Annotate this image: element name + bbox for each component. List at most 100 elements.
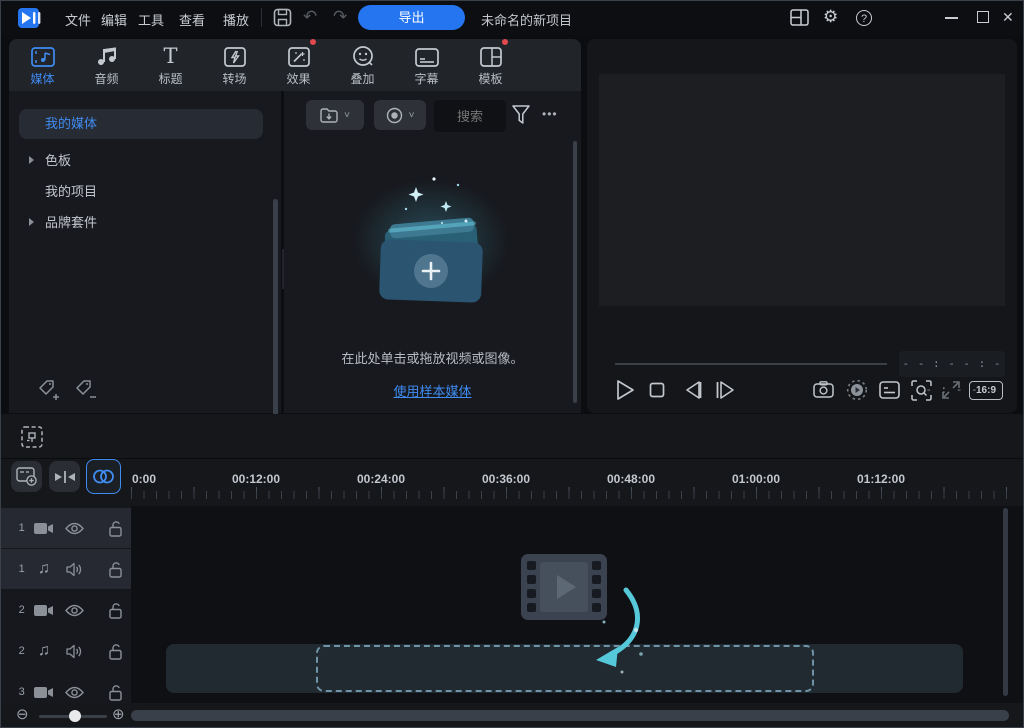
sidebar-item-label: 我的媒体 (45, 116, 97, 131)
add-track-icon (16, 467, 38, 487)
timeline-toolbar-divider (1, 458, 1024, 459)
project-name: 未命名的新项目 (481, 10, 572, 29)
visibility-eye-icon[interactable] (65, 686, 84, 699)
tab-label: 音频 (94, 70, 118, 87)
timeline-canvas[interactable] (131, 506, 1024, 703)
redo-icon[interactable]: ↷ (333, 7, 347, 27)
close-button[interactable]: ✕ (1002, 9, 1014, 26)
snap-icon (54, 470, 76, 484)
title-bar: 文件 编辑 工具 查看 播放 ↶ ↷ 导出 未命名的新项目 ⚙ ? ✕ (1, 1, 1023, 35)
tab-title[interactable]: T 标题 (147, 43, 194, 87)
tab-label: 效果 (286, 70, 310, 87)
render-preview-icon[interactable] (846, 379, 868, 401)
ruler-label: 0:00 (132, 472, 156, 486)
snapshot-camera-icon[interactable] (813, 381, 834, 398)
remove-tag-icon[interactable] (74, 379, 98, 401)
maximize-button[interactable] (977, 11, 989, 23)
track-headers: 1 1 ♫ (1, 506, 131, 703)
mute-speaker-icon[interactable] (66, 562, 83, 577)
export-button[interactable]: 导出 (358, 5, 465, 30)
sidebar-item-brand-kit[interactable]: 品牌套件 (19, 208, 263, 238)
save-icon[interactable] (273, 8, 292, 27)
menu-file[interactable]: 文件 (65, 10, 91, 29)
import-media-button[interactable]: ˅ (306, 100, 364, 130)
timeline-adjust-icon (20, 425, 44, 449)
tab-label: 转场 (222, 70, 246, 87)
track-header-audio-2[interactable]: 2 ♫ (1, 631, 131, 671)
manage-tracks-button[interactable] (11, 461, 42, 492)
play-icon[interactable] (615, 379, 635, 401)
track-number: 2 (15, 604, 28, 616)
lock-open-icon[interactable] (108, 561, 123, 578)
zoom-in-icon[interactable]: ⊕ (112, 705, 125, 723)
effects-icon (288, 47, 310, 67)
next-frame-icon[interactable] (715, 380, 735, 400)
tab-effects[interactable]: 效果 (275, 43, 322, 87)
menu-view[interactable]: 查看 (179, 10, 205, 29)
audio-track-icon: ♫ (38, 561, 50, 577)
video-preview-screen (599, 74, 1005, 306)
sidebar-item-label: 我的项目 (45, 184, 97, 199)
tab-overlay[interactable]: 叠加 (339, 43, 386, 87)
search-input[interactable] (434, 100, 506, 132)
menu-play[interactable]: 播放 (223, 10, 249, 29)
snap-button[interactable] (49, 461, 80, 492)
tab-media[interactable]: 媒体 (19, 43, 66, 87)
visibility-eye-icon[interactable] (65, 522, 84, 535)
expand-arrow-icon[interactable] (29, 218, 34, 226)
lock-open-icon[interactable] (108, 643, 123, 660)
marker-list-icon[interactable] (879, 381, 900, 399)
menu-tools[interactable]: 工具 (138, 10, 164, 29)
lock-open-icon[interactable] (108, 684, 123, 701)
library-sidebar: 我的媒体 色板 我的项目 品牌套件 (9, 91, 281, 413)
track-header-video-1[interactable]: 1 (1, 508, 131, 548)
mute-speaker-icon[interactable] (66, 644, 83, 659)
settings-gear-icon[interactable]: ⚙ (823, 7, 838, 27)
aspect-ratio-button[interactable]: 16:9 (969, 381, 1003, 400)
stop-icon[interactable] (649, 382, 665, 398)
tab-audio[interactable]: 音频 (83, 43, 130, 87)
track-header-video-2[interactable]: 2 (1, 590, 131, 630)
record-button[interactable]: ˅ (374, 100, 426, 130)
zoom-out-icon[interactable]: ⊖ (16, 705, 29, 723)
sidebar-item-color-board[interactable]: 色板 (19, 146, 263, 176)
ruler-minor-ticks[interactable] (131, 491, 1013, 499)
zoom-slider-thumb[interactable] (69, 710, 81, 722)
tab-template[interactable]: 模板 (467, 43, 514, 87)
timeline-settings-button[interactable] (17, 422, 47, 452)
media-panel-scrollbar[interactable] (573, 141, 577, 403)
add-tag-icon[interactable] (37, 379, 61, 401)
sidebar-item-my-media[interactable]: 我的媒体 (19, 109, 263, 139)
auto-ripple-link-button[interactable] (86, 459, 121, 494)
minimize-button[interactable] (945, 17, 958, 19)
expand-arrow-icon[interactable] (29, 156, 34, 164)
layout-icon[interactable] (790, 9, 809, 26)
use-sample-media-link[interactable]: 使用样本媒体 (284, 381, 581, 400)
sidebar-item-my-projects[interactable]: 我的项目 (19, 177, 263, 207)
track-number: 1 (15, 522, 28, 534)
timeline-vertical-scrollbar[interactable] (1003, 508, 1008, 696)
track-header-video-3[interactable]: 3 (1, 672, 131, 703)
empty-folder-illustration[interactable] (346, 161, 516, 321)
zoom-fit-icon[interactable] (911, 380, 932, 401)
filter-funnel-icon[interactable] (512, 105, 530, 125)
tab-transition[interactable]: 转场 (211, 43, 258, 87)
visibility-eye-icon[interactable] (65, 604, 84, 617)
previous-frame-icon[interactable] (683, 380, 703, 400)
tab-subtitle[interactable]: 字幕 (403, 43, 450, 87)
more-options-icon[interactable]: ••• (542, 107, 558, 121)
help-icon[interactable]: ? (856, 10, 872, 26)
lock-open-icon[interactable] (108, 602, 123, 619)
drop-arrow-illustration (586, 586, 651, 676)
lock-open-icon[interactable] (108, 520, 123, 537)
track-header-audio-1[interactable]: 1 ♫ (1, 549, 131, 589)
menu-edit[interactable]: 编辑 (101, 10, 127, 29)
fullscreen-icon[interactable] (941, 380, 961, 400)
template-icon (480, 47, 502, 67)
track-number: 1 (15, 563, 28, 575)
drop-zone[interactable] (316, 645, 814, 692)
timeline-horizontal-scrollbar[interactable] (131, 710, 1009, 721)
sidebar-item-label: 品牌套件 (45, 215, 97, 230)
preview-seek-bar[interactable] (615, 363, 887, 365)
undo-icon[interactable]: ↶ (303, 7, 317, 27)
